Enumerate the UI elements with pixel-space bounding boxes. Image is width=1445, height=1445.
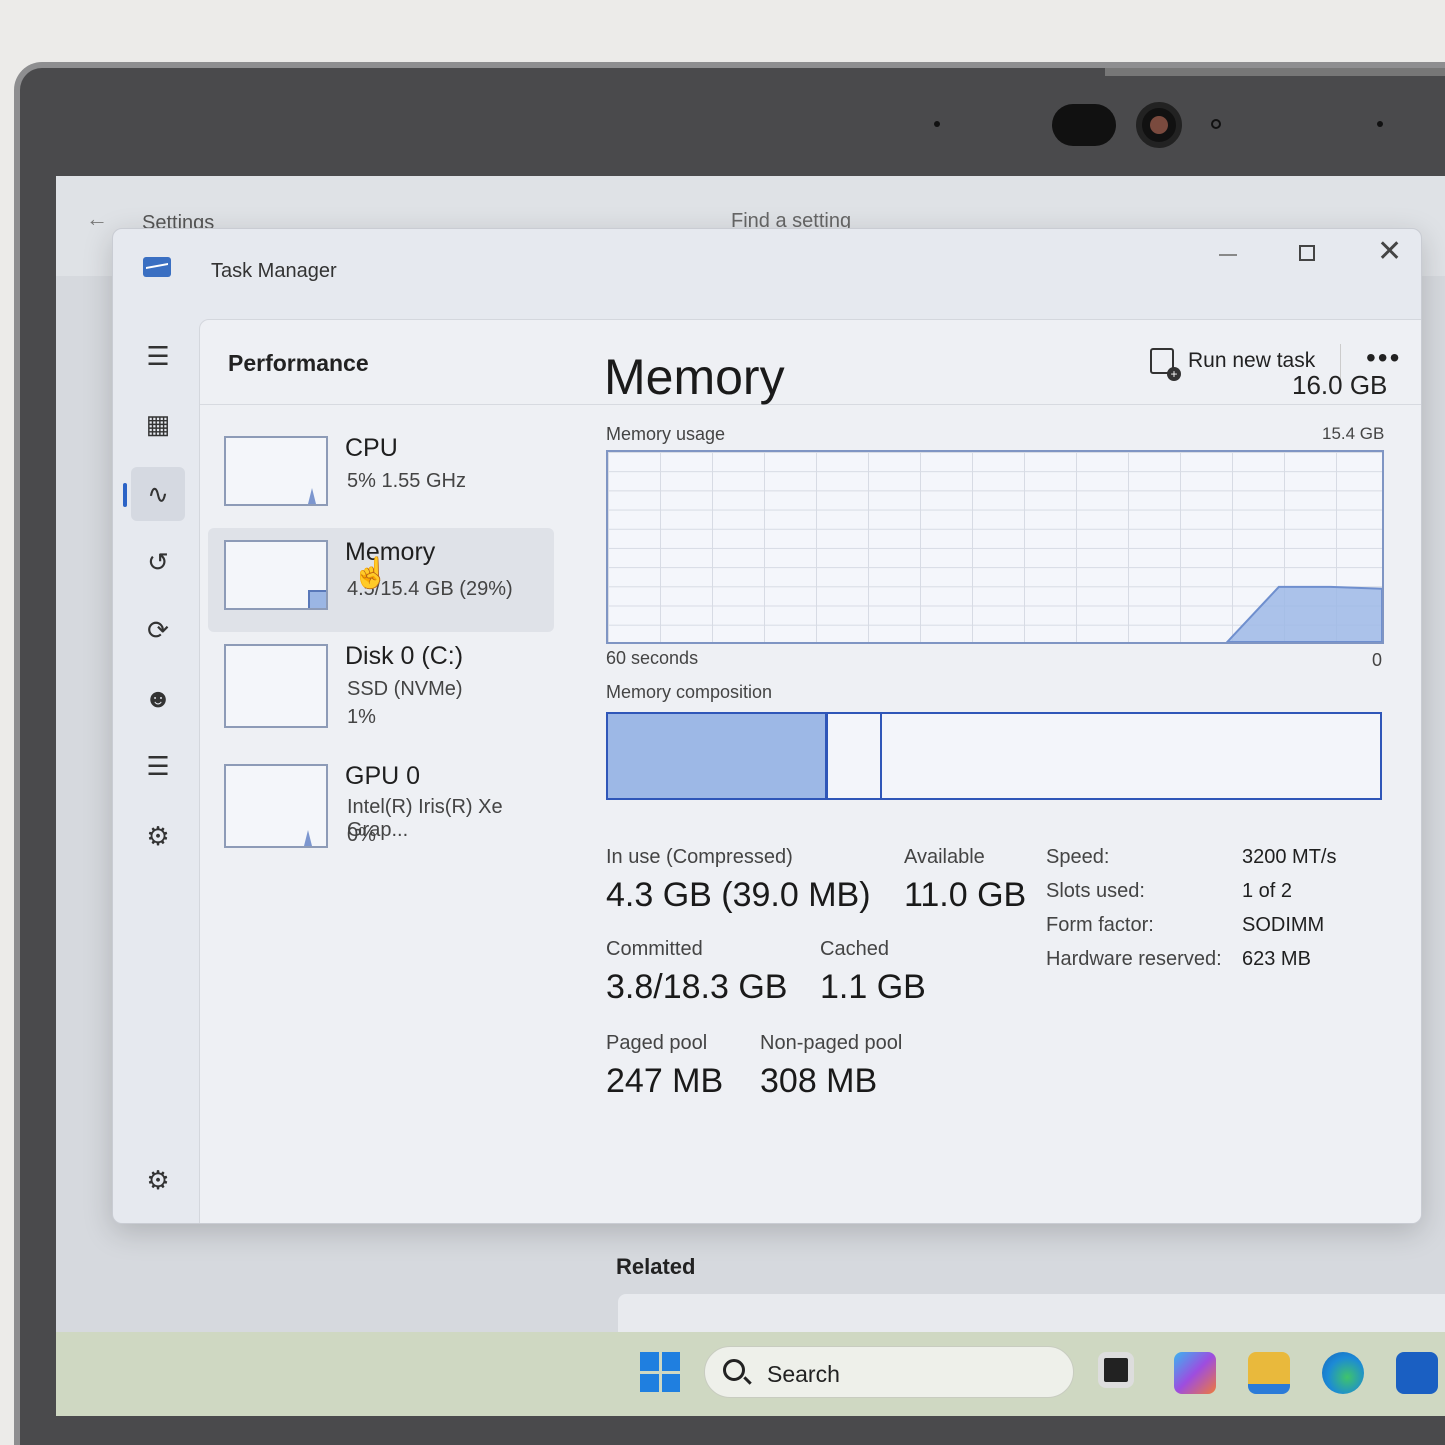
search-icon	[723, 1359, 745, 1381]
paged-pool-value: 247 MB	[606, 1062, 724, 1100]
time-axis-end: 0	[1372, 650, 1383, 670]
hamburger-menu-icon[interactable]: ☰	[131, 329, 185, 383]
back-arrow-icon[interactable]: ←	[86, 206, 108, 232]
composition-modified	[828, 714, 882, 798]
device-stat: 5% 1.55 GHz	[347, 470, 466, 492]
device-stat-2: 1%	[347, 706, 376, 728]
in-use-label: In use (Compressed)	[606, 846, 793, 868]
committed-label: Committed	[606, 938, 703, 960]
services-icon[interactable]: ⚙	[131, 809, 185, 863]
device-stat-2: 0%	[347, 824, 376, 846]
cpu-mini-graph	[224, 436, 328, 506]
composition-in-use	[608, 714, 828, 798]
minimize-button[interactable]	[1219, 254, 1237, 256]
start-button[interactable]	[640, 1352, 680, 1392]
sensor-dot	[934, 121, 940, 127]
m365-copilot-icon[interactable]	[1174, 1352, 1216, 1394]
cached-label: Cached	[820, 938, 889, 960]
nav-rail: ☰ ▦ ∿ ↺ ⟳ ☻ ☰ ⚙ ⚙	[113, 319, 199, 1223]
memory-total: 16.0 GB	[1292, 370, 1388, 400]
memory-usage-label: Memory usage	[606, 424, 726, 444]
users-icon[interactable]: ☻	[131, 671, 185, 725]
device-stat: SSD (NVMe)	[347, 678, 463, 700]
slots-label: Slots used:	[1046, 880, 1145, 902]
active-indicator	[123, 483, 127, 507]
maximize-button[interactable]	[1299, 245, 1315, 261]
run-new-task-button[interactable]: Run new task	[1150, 348, 1315, 381]
gpu-mini-graph	[224, 764, 328, 848]
slots-value: 1 of 2	[1242, 880, 1293, 902]
hand-cursor-icon: ☝	[352, 557, 390, 590]
task-view-icon[interactable]	[1098, 1352, 1134, 1388]
app-history-icon[interactable]: ↺	[131, 535, 185, 589]
ir-sensor	[1052, 104, 1116, 146]
non-paged-pool-label: Non-paged pool	[760, 1032, 903, 1054]
taskbar: Search	[56, 1332, 1445, 1416]
taskbar-search-label: Search	[767, 1361, 840, 1387]
form-factor-value: SODIMM	[1242, 914, 1325, 936]
time-axis-start: 60 seconds	[606, 648, 699, 668]
sensor-dot	[1377, 121, 1383, 127]
device-item-gpu[interactable]: GPU 0 Intel(R) Iris(R) Xe Grap... 0%	[208, 752, 554, 856]
disk-mini-graph	[224, 644, 328, 728]
memory-mini-graph	[224, 540, 328, 610]
memory-composition-bar	[606, 712, 1382, 800]
device-name: CPU	[345, 434, 398, 462]
memory-heading: Memory	[604, 349, 785, 405]
taskbar-search[interactable]: Search	[704, 1346, 1074, 1398]
usage-graph-svg	[1225, 585, 1382, 642]
cached-value: 1.1 GB	[820, 968, 926, 1006]
hinge-bar	[1105, 68, 1445, 76]
device-name: Disk 0 (C:)	[345, 642, 464, 670]
task-manager-logo-icon	[143, 257, 171, 277]
available-value: 11.0 GB	[904, 876, 1027, 914]
device-item-cpu[interactable]: CPU 5% 1.55 GHz	[208, 424, 554, 528]
window-title: Task Manager	[211, 260, 337, 282]
close-button[interactable]: ✕	[1377, 237, 1402, 267]
device-item-disk[interactable]: Disk 0 (C:) SSD (NVMe) 1%	[208, 632, 554, 736]
in-use-value: 4.3 GB (39.0 MB)	[606, 876, 871, 914]
memory-usage-max: 15.4 GB	[1322, 424, 1385, 443]
device-stat: Intel(R) Iris(R) Xe Grap...	[347, 796, 503, 841]
startup-apps-icon[interactable]: ⟳	[131, 603, 185, 657]
edge-browser-icon[interactable]	[1322, 1352, 1364, 1394]
related-heading: Related	[616, 1254, 696, 1279]
performance-panel: Performance Run new task ••• CPU 5% 1.55…	[199, 319, 1421, 1223]
hardware-reserved-value: 623 MB	[1242, 948, 1311, 970]
available-label: Available	[904, 846, 985, 868]
hardware-reserved-label: Hardware reserved:	[1046, 948, 1222, 970]
memory-composition-label: Memory composition	[606, 682, 773, 702]
run-task-icon	[1150, 348, 1181, 381]
non-paged-pool-value: 308 MB	[760, 1062, 878, 1100]
header-separator	[200, 404, 1421, 405]
form-factor-label: Form factor:	[1046, 914, 1154, 936]
paged-pool-label: Paged pool	[606, 1032, 708, 1054]
memory-usage-graph	[606, 450, 1384, 644]
usage-area	[1225, 585, 1382, 642]
task-manager-window: Task Manager ✕ ☰ ▦ ∿ ↺ ⟳ ☻ ☰ ⚙ ⚙ Perform…	[112, 228, 1422, 1224]
sensor-ring	[1211, 119, 1221, 129]
webcam	[1136, 102, 1182, 148]
speed-label: Speed:	[1046, 846, 1110, 868]
processes-icon[interactable]: ▦	[131, 397, 185, 451]
device-name: GPU 0	[345, 762, 421, 790]
store-icon[interactable]	[1396, 1352, 1438, 1394]
file-explorer-icon[interactable]	[1248, 1352, 1290, 1394]
committed-value: 3.8/18.3 GB	[606, 968, 788, 1006]
page-title: Performance	[228, 350, 369, 376]
performance-icon[interactable]: ∿	[131, 467, 185, 521]
speed-value: 3200 MT/s	[1242, 846, 1337, 868]
details-icon[interactable]: ☰	[131, 739, 185, 793]
settings-gear-icon[interactable]: ⚙	[131, 1153, 185, 1207]
